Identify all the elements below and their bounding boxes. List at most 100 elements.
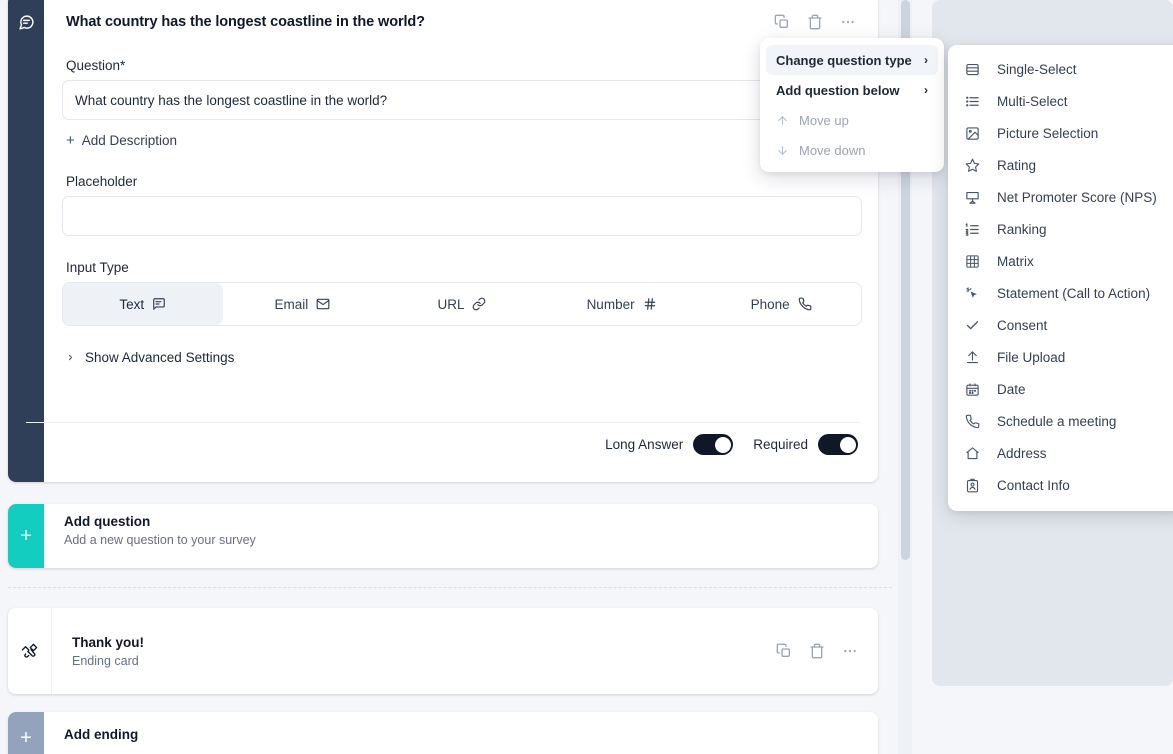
question-type-file-upload[interactable]: File Upload (948, 341, 1173, 373)
menu-item-change-question-type[interactable]: Change question type › (766, 45, 938, 75)
ending-card-title: Thank you! (72, 634, 145, 650)
input-type-text[interactable]: Text (63, 283, 223, 325)
check-icon (964, 318, 981, 333)
menu-item-label: Change question type (776, 52, 912, 68)
long-answer-toggle[interactable] (693, 434, 734, 455)
question-type-address[interactable]: Address (948, 437, 1173, 469)
image-icon (964, 126, 981, 141)
question-type-label: Net Promoter Score (NPS) (997, 189, 1157, 205)
add-question-subtitle: Add a new question to your survey (64, 533, 256, 547)
ending-card-text: Thank you! Ending card (72, 635, 144, 668)
delete-icon[interactable] (807, 14, 823, 30)
toggle-knob (714, 436, 731, 453)
input-type-number-label: Number (586, 296, 635, 312)
input-type-url-label: URL (437, 296, 465, 312)
placeholder-input[interactable] (62, 196, 862, 236)
question-card-footer: Long Answer Required (605, 434, 858, 455)
question-type-label: Address (997, 445, 1047, 461)
input-type-email[interactable]: Email (223, 283, 383, 325)
menu-item-label: Move down (799, 142, 866, 158)
ending-card-actions (776, 643, 858, 659)
question-type-multi-select[interactable]: Multi-Select (948, 85, 1173, 117)
input-type-segmented-control: Text Email URL Number Phone (62, 282, 862, 326)
more-options-icon[interactable] (842, 643, 858, 659)
input-type-email-label: Email (274, 296, 309, 312)
input-type-url[interactable]: URL (382, 283, 542, 325)
question-type-ranking[interactable]: Ranking (948, 213, 1173, 245)
required-toggle-group: Required (753, 434, 858, 455)
duplicate-icon[interactable] (776, 643, 792, 659)
required-toggle[interactable] (818, 434, 858, 455)
chevron-right-icon: › (924, 53, 928, 67)
app-root: What country has the longest coastline i… (0, 0, 1173, 754)
question-type-matrix[interactable]: Matrix (948, 245, 1173, 277)
delete-icon[interactable] (809, 643, 825, 659)
phone-icon (798, 297, 812, 311)
add-ending-card[interactable]: + Add ending (8, 712, 878, 754)
question-card-body: What country has the longest coastline i… (44, 0, 878, 482)
question-type-label: Picture Selection (997, 125, 1099, 141)
question-card: What country has the longest coastline i… (8, 0, 878, 482)
handshake-icon (20, 642, 39, 661)
question-type-rating[interactable]: Rating (948, 149, 1173, 181)
menu-item-move-down: Move down (766, 135, 938, 165)
add-question-card[interactable]: + Add question Add a new question to you… (8, 504, 878, 568)
long-answer-label: Long Answer (605, 437, 684, 452)
input-type-number[interactable]: Number (542, 283, 702, 325)
question-context-menu: Change question type › Add question belo… (760, 38, 944, 172)
calendar-icon (964, 382, 981, 397)
question-type-contact-info[interactable]: Contact Info (948, 469, 1173, 501)
question-type-label: Statement (Call to Action) (997, 285, 1151, 301)
presentation-icon (964, 190, 981, 205)
add-question-accent-bar: + (8, 504, 44, 568)
input-type-phone[interactable]: Phone (701, 283, 861, 325)
placeholder-field-label: Placeholder (66, 174, 138, 189)
add-question-body: Add question Add a new question to your … (44, 504, 878, 568)
question-type-consent[interactable]: Consent (948, 309, 1173, 341)
menu-item-move-up: Move up (766, 105, 938, 135)
question-card-actions (774, 14, 856, 30)
show-advanced-settings-button[interactable]: Show Advanced Settings (66, 350, 234, 365)
question-type-schedule-meeting[interactable]: Schedule a meeting (948, 405, 1173, 437)
ranking-icon (964, 222, 981, 237)
link-icon (472, 297, 486, 311)
duplicate-icon[interactable] (774, 14, 790, 30)
question-type-statement[interactable]: Statement (Call to Action) (948, 277, 1173, 309)
question-type-nps[interactable]: Net Promoter Score (NPS) (948, 181, 1173, 213)
home-icon (964, 446, 981, 461)
ending-card-icon-strip (8, 608, 52, 694)
single-select-icon (964, 62, 981, 77)
question-type-date[interactable]: Date (948, 373, 1173, 405)
input-type-label: Input Type (66, 260, 129, 275)
question-type-label: Matrix (997, 253, 1034, 269)
question-type-label: Date (997, 381, 1026, 397)
phone-icon (964, 414, 981, 429)
add-description-label: Add Description (81, 133, 178, 148)
envelope-icon (316, 297, 330, 311)
question-input[interactable] (62, 80, 862, 120)
ending-card-subtitle: Ending card (72, 653, 139, 668)
question-type-label: Rating (997, 157, 1037, 173)
add-ending-body: Add ending (44, 712, 878, 754)
question-card-title: What country has the longest coastline i… (66, 14, 425, 30)
menu-item-add-question-below[interactable]: Add question below › (766, 75, 938, 105)
add-description-button[interactable]: + Add Description (66, 133, 177, 148)
hash-icon (643, 297, 657, 311)
upload-icon (964, 350, 981, 365)
question-type-label: Contact Info (997, 477, 1070, 493)
required-label: Required (753, 437, 808, 452)
add-question-title: Add question (64, 514, 151, 529)
message-icon (18, 14, 35, 31)
plus-icon: + (20, 525, 32, 547)
cursor-click-icon (964, 286, 981, 301)
question-card-divider (26, 422, 860, 423)
question-type-picture-selection[interactable]: Picture Selection (948, 117, 1173, 149)
chevron-right-icon (66, 351, 75, 364)
text-icon (152, 297, 166, 311)
question-type-single-select[interactable]: Single-Select (948, 53, 1173, 85)
star-icon (964, 158, 981, 173)
more-options-icon[interactable] (840, 14, 856, 30)
input-type-phone-label: Phone (750, 296, 790, 312)
show-advanced-settings-label: Show Advanced Settings (85, 350, 235, 365)
add-ending-title: Add ending (64, 727, 139, 742)
